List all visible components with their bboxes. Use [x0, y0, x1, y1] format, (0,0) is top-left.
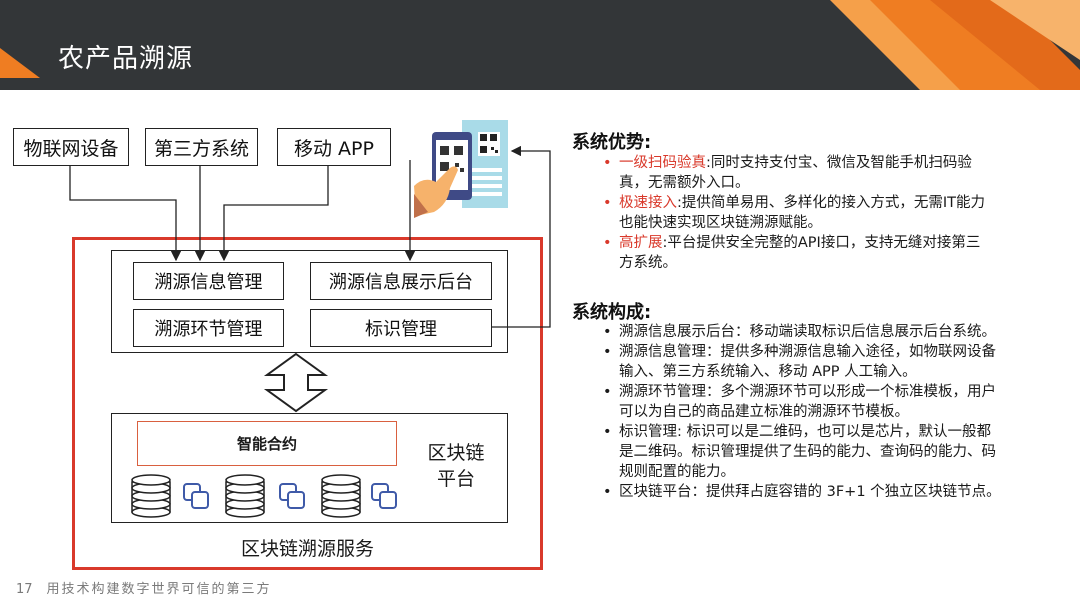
database-icon: [131, 474, 171, 518]
advantage-item: • 一级扫码验真:同时支持支付宝、微信及智能手机扫码验 真，无需额外入口。: [603, 155, 972, 191]
composition-item: • 溯源信息管理：提供多种溯源信息输入途径，如物联网设备 输入、第三方系统输入、移动…: [603, 344, 996, 380]
database-icon: [225, 474, 265, 518]
module-trace-info-management: 溯源信息管理: [133, 262, 284, 300]
composition-item: • 溯源环节管理：多个溯源环节可以形成一个标准模板，用户 可以为自己的商品建立标准的…: [603, 384, 996, 420]
link-icon: [279, 483, 305, 509]
page-number: 17: [16, 582, 33, 597]
composition-item: • 溯源信息展示后台：移动端读取标识后信息展示后台系统。: [603, 324, 996, 340]
page-title: 农产品溯源: [58, 44, 194, 74]
advantages-list: • 一级扫码验真:同时支持支付宝、微信及智能手机扫码验 真，无需额外入口。 • 极速接…: [603, 153, 1073, 273]
advantage-item: • 极速接入:提供简单易用、多样化的接入方式，无需IT能力 也能快速实现区块链溯源赋…: [603, 195, 986, 231]
module-trace-info-display: 溯源信息展示后台: [310, 262, 492, 300]
source-iot: 物联网设备: [13, 128, 129, 166]
link-icon: [371, 483, 397, 509]
composition-list: • 溯源信息展示后台：移动端读取标识后信息展示后台系统。 • 溯源信息管理：提供多种…: [603, 322, 1073, 502]
composition-item: • 区块链平台：提供拜占庭容错的 3F+1 个独立区块链节点。: [603, 484, 1001, 500]
module-identifier-management: 标识管理: [310, 309, 492, 347]
advantages-title: 系统优势:: [572, 132, 652, 153]
blockchain-platform-label: 区块链 平台: [416, 440, 496, 492]
link-icon: [183, 483, 209, 509]
smart-contract-box: 智能合约: [137, 421, 397, 466]
source-third-party: 第三方系统: [145, 128, 258, 166]
chain-label-line1: 区块链: [427, 442, 485, 464]
service-label: 区块链溯源服务: [240, 538, 374, 560]
chain-label-line2: 平台: [436, 468, 475, 490]
composition-item: • 标识管理: 标识可以是二维码，也可以是芯片，默认一般都 是二维码。标识管理提供了…: [603, 424, 996, 480]
footer-tagline: 用技术构建数字世界可信的第三方: [46, 582, 272, 597]
database-icon: [321, 474, 361, 518]
footer: 17 用技术构建数字世界可信的第三方: [16, 578, 272, 597]
composition-title: 系统构成:: [572, 302, 652, 323]
module-trace-stage-management: 溯源环节管理: [133, 309, 284, 347]
phone-scan-illustration: [414, 120, 508, 218]
source-mobile-app: 移动 APP: [277, 128, 391, 166]
chain-nodes: [131, 474, 397, 518]
advantage-item: • 高扩展:平台提供安全完整的API接口，支持无缝对接第三 方系统。: [603, 235, 981, 271]
